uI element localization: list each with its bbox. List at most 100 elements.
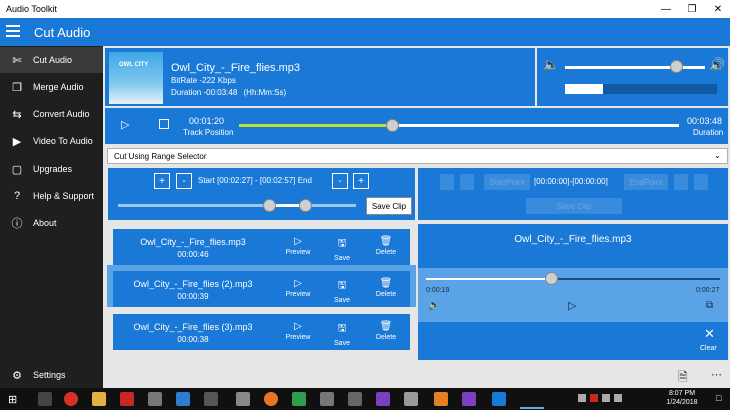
more-icon[interactable]: ⋯ <box>711 368 722 381</box>
speaker-high-icon[interactable]: 🔊 <box>709 57 725 73</box>
player-title-panel: Owl_City_-_Fire_flies.mp3 <box>418 224 728 268</box>
tray-icon[interactable] <box>590 394 598 402</box>
play-icon[interactable]: ▷ <box>121 118 129 131</box>
app-icon[interactable] <box>236 392 250 406</box>
search-icon[interactable] <box>38 392 52 406</box>
speaker-low-icon[interactable]: 🔈 <box>543 57 559 73</box>
main-content: OWL CITY Owl_City_-_Fire_flies.mp3 BitRa… <box>103 46 730 388</box>
preview-label: Preview <box>285 334 311 341</box>
delete-button[interactable]: 🗑 Delete <box>371 236 401 256</box>
app-icon[interactable] <box>148 392 162 406</box>
clip-duration: 00:00:39 <box>177 292 209 301</box>
sidebar-item-settings[interactable]: ⚙ Settings <box>0 362 103 388</box>
clip-item[interactable]: Owl_City_-_Fire_flies (3).mp3 00:00:38 ▷… <box>113 314 410 350</box>
sidebar-item-upgrades[interactable]: ▢ Upgrades <box>0 156 103 182</box>
clip-item[interactable]: Owl_City_-_Fire_flies.mp3 00:00:46 ▷ Prev… <box>113 229 410 265</box>
track-duration: Duration -00:03:48 (Hh:Mm:Ss) <box>171 88 286 97</box>
maximize-icon: ❐ <box>687 3 697 15</box>
range-selector-panel: + - Start [00:02:27] - [00:02:57] End - … <box>108 168 415 220</box>
app-icon[interactable] <box>292 392 306 406</box>
scissors-icon: ✄ <box>12 54 22 67</box>
save-label: Save <box>334 297 350 304</box>
audio-toolkit-taskbar-icon[interactable] <box>492 392 506 406</box>
save-icon: 🖫 <box>337 280 347 291</box>
start-minus-button[interactable]: - <box>176 173 192 189</box>
tray-icon[interactable] <box>578 394 586 402</box>
app-icon[interactable] <box>404 392 418 406</box>
taskbar: ⊞ 8:07 PM 1/24/2018 □ <box>0 388 730 410</box>
clip-item-selected[interactable]: Owl_City_-_Fire_flies (2).mp3 00:00:39 ▷… <box>113 271 410 307</box>
command-bar: 🗎 ⋯ <box>103 362 730 388</box>
player-volume-icon[interactable]: 🔈 <box>428 300 440 311</box>
tray-icon[interactable] <box>602 394 610 402</box>
app-icon[interactable] <box>176 392 190 406</box>
volume-panel: 🔈 🔊 <box>537 48 728 106</box>
preview-button[interactable]: ▷ Preview <box>283 236 313 256</box>
save-button[interactable]: 🖫 Save <box>327 321 357 347</box>
volume-slider-track[interactable] <box>565 66 705 69</box>
sidebar-item-video-to-audio[interactable]: ▶ Video To Audio <box>0 128 103 154</box>
delete-button[interactable]: 🗑 Delete <box>371 278 401 298</box>
document-icon[interactable]: 🗎 <box>678 368 688 389</box>
folder-icon[interactable] <box>92 392 106 406</box>
end-plus-button[interactable]: + <box>353 173 369 189</box>
volume-slider-thumb[interactable] <box>670 60 683 73</box>
duration-unit: (Hh:Mm:Ss) <box>243 88 287 97</box>
player-slider-thumb[interactable] <box>545 272 559 285</box>
minimize-icon: — <box>661 3 671 15</box>
visual-studio-icon[interactable] <box>462 392 476 406</box>
preview-button[interactable]: ▷ Preview <box>283 321 313 341</box>
visual-studio-icon[interactable] <box>376 392 390 406</box>
app-icon[interactable] <box>348 392 362 406</box>
range-separator: - <box>254 176 258 185</box>
play-icon: ▷ <box>294 236 302 247</box>
save-clip-button-disabled[interactable]: Save Clip <box>526 198 622 214</box>
sidebar-item-cut-audio[interactable]: ✄ Cut Audio <box>0 47 103 73</box>
sidebar-item-convert-audio[interactable]: ⇆ Convert Audio <box>0 101 103 127</box>
app-icon[interactable] <box>320 392 334 406</box>
range-end-thumb[interactable] <box>299 199 313 212</box>
end-minus-button[interactable]: - <box>332 173 348 189</box>
start-plus-button[interactable]: + <box>154 173 170 189</box>
track-bitrate: BitRate -222 Kbps <box>171 76 236 85</box>
position-slider-track[interactable] <box>239 124 679 127</box>
position-slider-thumb[interactable] <box>386 119 399 132</box>
close-button[interactable]: ✕ <box>702 0 730 18</box>
sidebar-item-help-support[interactable]: ? Help & Support <box>0 183 103 209</box>
preview-button[interactable]: ▷ Preview <box>283 278 313 298</box>
delete-label: Delete <box>375 249 397 256</box>
windows-start-icon[interactable]: ⊞ <box>8 393 17 406</box>
sidebar-item-about[interactable]: ⓘ About <box>0 210 103 236</box>
app-header: Cut Audio <box>0 18 730 46</box>
track-position-value: 00:01:20 <box>189 116 225 126</box>
player-footer-panel: ✕ Clear <box>418 322 728 360</box>
preview-label: Preview <box>285 291 311 298</box>
range-slider-track[interactable] <box>118 204 356 207</box>
trash-icon: 🗑 <box>379 236 393 247</box>
clear-label[interactable]: Clear <box>700 345 717 352</box>
player-slider-track[interactable] <box>426 278 720 280</box>
clear-icon[interactable]: ✕ <box>704 326 715 342</box>
save-button[interactable]: 🖫 Save <box>327 236 357 262</box>
player-play-icon[interactable]: ▷ <box>568 299 576 312</box>
save-clip-button[interactable]: Save Clip <box>366 197 412 215</box>
stop-icon[interactable] <box>159 119 169 129</box>
save-button[interactable]: 🖫 Save <box>327 278 357 304</box>
notification-icon[interactable]: □ <box>716 393 721 403</box>
app-icon[interactable] <box>120 392 134 406</box>
chrome-icon[interactable] <box>64 392 78 406</box>
disabled-right-button <box>674 174 688 190</box>
app-icon[interactable] <box>434 392 448 406</box>
fullscreen-icon[interactable]: ⧉ <box>706 300 713 311</box>
mode-select[interactable]: Cut Using Range Selector ⌄ <box>107 148 728 164</box>
sidebar-item-merge-audio[interactable]: ❐ Merge Audio <box>0 74 103 100</box>
end-point-button[interactable]: EndPoint <box>624 174 668 190</box>
range-start-thumb[interactable] <box>263 199 277 212</box>
hamburger-menu-icon[interactable] <box>6 25 20 37</box>
tray-icon[interactable] <box>614 394 622 402</box>
app-icon[interactable] <box>264 392 278 406</box>
start-point-button[interactable]: StartPoint <box>484 174 530 190</box>
app-icon[interactable] <box>204 392 218 406</box>
sidebar-item-label: About <box>33 218 57 228</box>
delete-button[interactable]: 🗑 Delete <box>371 321 401 341</box>
